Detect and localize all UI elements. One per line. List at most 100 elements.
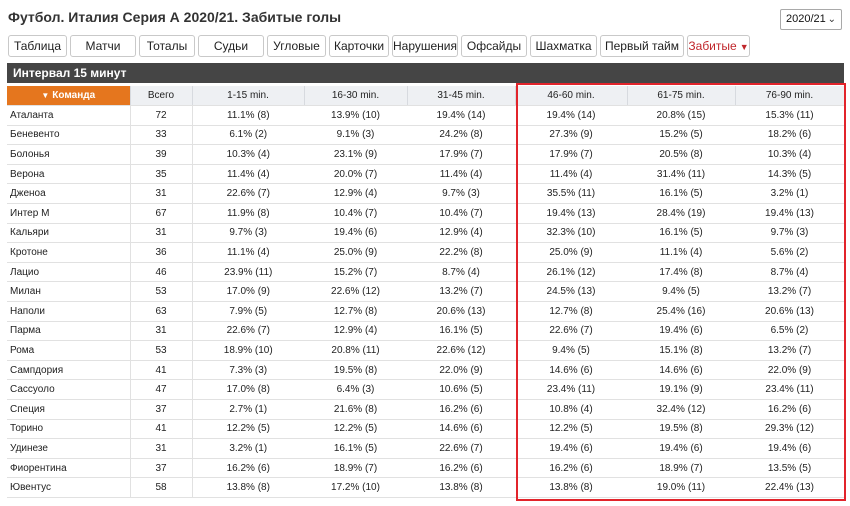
season-select[interactable]: 2020/21 ⌄ xyxy=(780,9,842,30)
interval-31-45-cell: 8.7% (4) xyxy=(407,262,515,283)
column-header-76-90[interactable]: 76-90 min. xyxy=(735,86,845,107)
tab-corners[interactable]: Угловые xyxy=(267,35,326,57)
interval-1-15-cell: 17.0% (9) xyxy=(192,281,304,303)
interval-46-60-cell: 10.8% (4) xyxy=(515,399,627,420)
interval-61-75-cell: 32.4% (12) xyxy=(627,399,735,420)
team-cell: Дженоа xyxy=(7,183,131,205)
interval-16-30-cell: 6.4% (3) xyxy=(304,379,407,400)
interval-31-45-cell: 22.0% (9) xyxy=(407,360,515,381)
team-cell: Сассуоло xyxy=(7,379,131,400)
interval-1-15-cell: 10.3% (4) xyxy=(192,144,304,165)
interval-61-75-cell: 14.6% (6) xyxy=(627,360,735,381)
interval-31-45-cell: 13.2% (7) xyxy=(407,281,515,303)
tab-totals[interactable]: Тоталы xyxy=(139,35,195,57)
chevron-down-icon: ▼ xyxy=(739,42,749,52)
tab-chessboard[interactable]: Шахматка xyxy=(530,35,597,57)
total-cell: 41 xyxy=(130,360,193,381)
table-header-row: ▼ Команда Всего 1-15 min. 16-30 min. 31-4… xyxy=(7,86,845,107)
chevron-down-icon: ⌄ xyxy=(827,14,836,25)
column-header-46-60[interactable]: 46-60 min. xyxy=(515,86,628,107)
interval-header: Интервал 15 минут xyxy=(7,63,844,83)
interval-46-60-cell: 27.3% (9) xyxy=(515,125,627,146)
interval-61-75-cell: 15.2% (5) xyxy=(627,125,735,146)
tab-goals-scored[interactable]: Забитые ▼ xyxy=(687,35,750,57)
tab-offsides[interactable]: Офсайды xyxy=(461,35,527,57)
interval-46-60-cell: 32.3% (10) xyxy=(515,223,627,244)
team-cell: Аталанта xyxy=(7,105,131,126)
total-cell: 63 xyxy=(130,301,193,322)
interval-46-60-cell: 16.2% (6) xyxy=(515,458,627,479)
interval-61-75-cell: 19.4% (6) xyxy=(627,321,735,342)
tab-cards[interactable]: Карточки xyxy=(329,35,389,57)
interval-16-30-cell: 23.1% (9) xyxy=(304,144,407,165)
interval-76-90-cell: 13.2% (7) xyxy=(735,281,844,303)
interval-46-60-cell: 22.6% (7) xyxy=(515,321,627,342)
total-cell: 31 xyxy=(130,321,193,342)
interval-1-15-cell: 11.9% (8) xyxy=(192,203,304,224)
interval-46-60-cell: 12.7% (8) xyxy=(515,301,627,322)
interval-16-30-cell: 19.5% (8) xyxy=(304,360,407,381)
column-header-1-15[interactable]: 1-15 min. xyxy=(192,86,305,107)
interval-16-30-cell: 22.6% (12) xyxy=(304,281,407,303)
interval-1-15-cell: 18.9% (10) xyxy=(192,340,304,361)
column-header-team[interactable]: ▼ Команда xyxy=(7,86,131,107)
interval-31-45-cell: 24.2% (8) xyxy=(407,125,515,146)
table-row: Дженоа 31 22.6% (7) 12.9% (4) 9.7% (3) 35.5% … xyxy=(7,183,844,205)
total-cell: 39 xyxy=(130,144,193,165)
tab-fouls[interactable]: Нарушения xyxy=(392,35,458,57)
column-header-31-45[interactable]: 31-45 min. xyxy=(407,86,516,107)
team-cell: Наполи xyxy=(7,301,131,322)
interval-76-90-cell: 19.4% (6) xyxy=(735,438,844,459)
total-cell: 37 xyxy=(130,458,193,479)
table-row: Специя 37 2.7% (1) 21.6% (8) 16.2% (6) 10.8% … xyxy=(7,399,844,420)
interval-46-60-cell: 24.5% (13) xyxy=(515,281,627,303)
total-cell: 37 xyxy=(130,399,193,420)
tab-first-half[interactable]: Первый тайм xyxy=(600,35,684,57)
interval-76-90-cell: 22.4% (13) xyxy=(735,477,844,498)
interval-31-45-cell: 22.6% (7) xyxy=(407,438,515,459)
interval-76-90-cell: 16.2% (6) xyxy=(735,399,844,420)
team-cell: Верона xyxy=(7,164,131,185)
table-row: Болонья 39 10.3% (4) 23.1% (9) 17.9% (7) 17.9… xyxy=(7,144,844,165)
interval-61-75-cell: 15.1% (8) xyxy=(627,340,735,361)
interval-31-45-cell: 22.2% (8) xyxy=(407,242,515,263)
interval-16-30-cell: 20.8% (11) xyxy=(304,340,407,361)
column-header-total[interactable]: Всего xyxy=(130,86,193,107)
team-cell: Торино xyxy=(7,419,131,440)
interval-31-45-cell: 14.6% (6) xyxy=(407,419,515,440)
column-header-16-30[interactable]: 16-30 min. xyxy=(304,86,408,107)
table-row: Сампдория 41 7.3% (3) 19.5% (8) 22.0% (9) 14.… xyxy=(7,360,844,381)
team-cell: Милан xyxy=(7,281,131,303)
interval-1-15-cell: 13.8% (8) xyxy=(192,477,304,498)
interval-61-75-cell: 25.4% (16) xyxy=(627,301,735,322)
table-row: Кротоне 36 11.1% (4) 25.0% (9) 22.2% (8) 25.0… xyxy=(7,242,844,263)
column-header-61-75[interactable]: 61-75 min. xyxy=(627,86,736,107)
interval-46-60-cell: 19.4% (6) xyxy=(515,438,627,459)
interval-16-30-cell: 9.1% (3) xyxy=(304,125,407,146)
interval-46-60-cell: 35.5% (11) xyxy=(515,183,627,205)
table-row: Беневенто 33 6.1% (2) 9.1% (3) 24.2% (8) 27.3… xyxy=(7,125,844,146)
team-cell: Беневенто xyxy=(7,125,131,146)
interval-46-60-cell: 14.6% (6) xyxy=(515,360,627,381)
interval-76-90-cell: 18.2% (6) xyxy=(735,125,844,146)
interval-16-30-cell: 12.9% (4) xyxy=(304,183,407,205)
interval-46-60-cell: 25.0% (9) xyxy=(515,242,627,263)
interval-16-30-cell: 21.6% (8) xyxy=(304,399,407,420)
interval-76-90-cell: 9.7% (3) xyxy=(735,223,844,244)
tab-referees[interactable]: Судьи xyxy=(198,35,264,57)
interval-46-60-cell: 17.9% (7) xyxy=(515,144,627,165)
interval-1-15-cell: 11.1% (8) xyxy=(192,105,304,126)
interval-76-90-cell: 22.0% (9) xyxy=(735,360,844,381)
table-row: Парма 31 22.6% (7) 12.9% (4) 16.1% (5) 22.6% … xyxy=(7,321,844,342)
interval-76-90-cell: 19.4% (13) xyxy=(735,203,844,224)
tab-table[interactable]: Таблица xyxy=(8,35,67,57)
table-row: Удинезе 31 3.2% (1) 16.1% (5) 22.6% (7) 19.4%… xyxy=(7,438,844,459)
interval-31-45-cell: 16.2% (6) xyxy=(407,399,515,420)
interval-31-45-cell: 12.9% (4) xyxy=(407,223,515,244)
goals-table: ▼ Команда Всего 1-15 min. 16-30 min. 31-4… xyxy=(7,86,845,498)
team-cell: Интер М xyxy=(7,203,131,224)
interval-1-15-cell: 7.3% (3) xyxy=(192,360,304,381)
team-cell: Болонья xyxy=(7,144,131,165)
total-cell: 72 xyxy=(130,105,193,126)
tab-matches[interactable]: Матчи xyxy=(70,35,136,57)
